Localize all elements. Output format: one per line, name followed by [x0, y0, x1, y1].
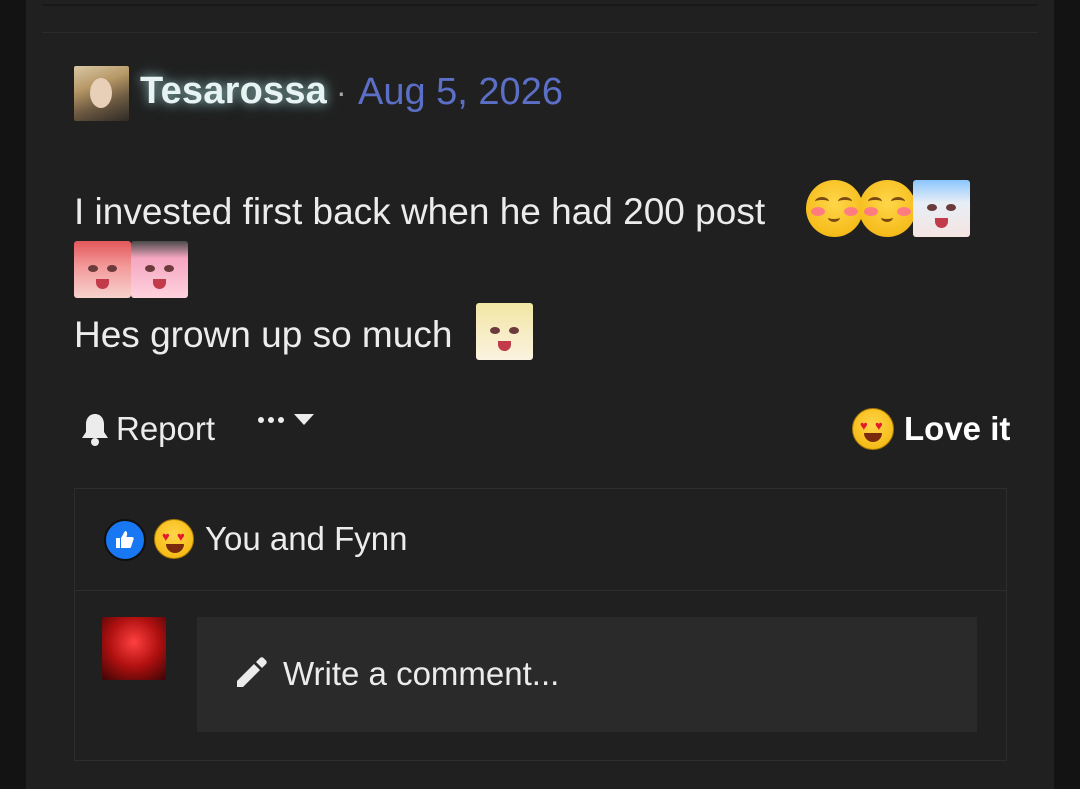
bell-icon	[82, 414, 108, 446]
header-separator: ·	[336, 74, 347, 110]
heart-eyes-emoji-icon: ♥ ♥	[852, 408, 894, 450]
anime-emote-icon	[74, 241, 131, 298]
divider	[42, 32, 1038, 33]
post-date-link[interactable]: Aug 5, 2026	[358, 71, 563, 114]
thumbs-up-icon	[104, 519, 146, 561]
report-label: Report	[116, 410, 216, 447]
author-avatar[interactable]	[74, 66, 129, 121]
caret-down-icon	[294, 414, 314, 425]
post-text-line: Hes grown up so much	[74, 314, 453, 355]
anime-emote-icon	[913, 180, 970, 237]
author-username[interactable]: Tesarossa	[140, 70, 327, 113]
blush-emoji-icon	[806, 180, 863, 237]
reactions-summary-row[interactable]: ♥ ♥ You and Fynn	[75, 489, 1006, 591]
comment-placeholder: Write a comment...	[283, 655, 560, 692]
reactions-comment-panel: ♥ ♥ You and Fynn Write a comment...	[74, 488, 1007, 761]
comment-input[interactable]: Write a comment...	[197, 617, 977, 732]
blush-emoji-icon	[859, 180, 916, 237]
divider	[42, 4, 1038, 6]
reactors-summary[interactable]: You and Fynn	[205, 520, 407, 558]
report-button[interactable]: Report	[80, 410, 215, 448]
anime-emote-icon	[476, 303, 533, 360]
pencil-icon	[237, 657, 267, 687]
love-it-reaction-button[interactable]: ♥ ♥ Love it	[852, 408, 1010, 450]
more-dots-icon	[258, 416, 284, 423]
heart-eyes-emoji-icon: ♥ ♥	[154, 519, 194, 559]
anime-emote-icon	[131, 241, 188, 298]
love-it-label: Love it	[904, 410, 1011, 447]
post-text-line: I invested first back when he had 200 po…	[74, 191, 766, 232]
more-options-button[interactable]	[258, 414, 314, 425]
current-user-avatar	[102, 617, 166, 680]
